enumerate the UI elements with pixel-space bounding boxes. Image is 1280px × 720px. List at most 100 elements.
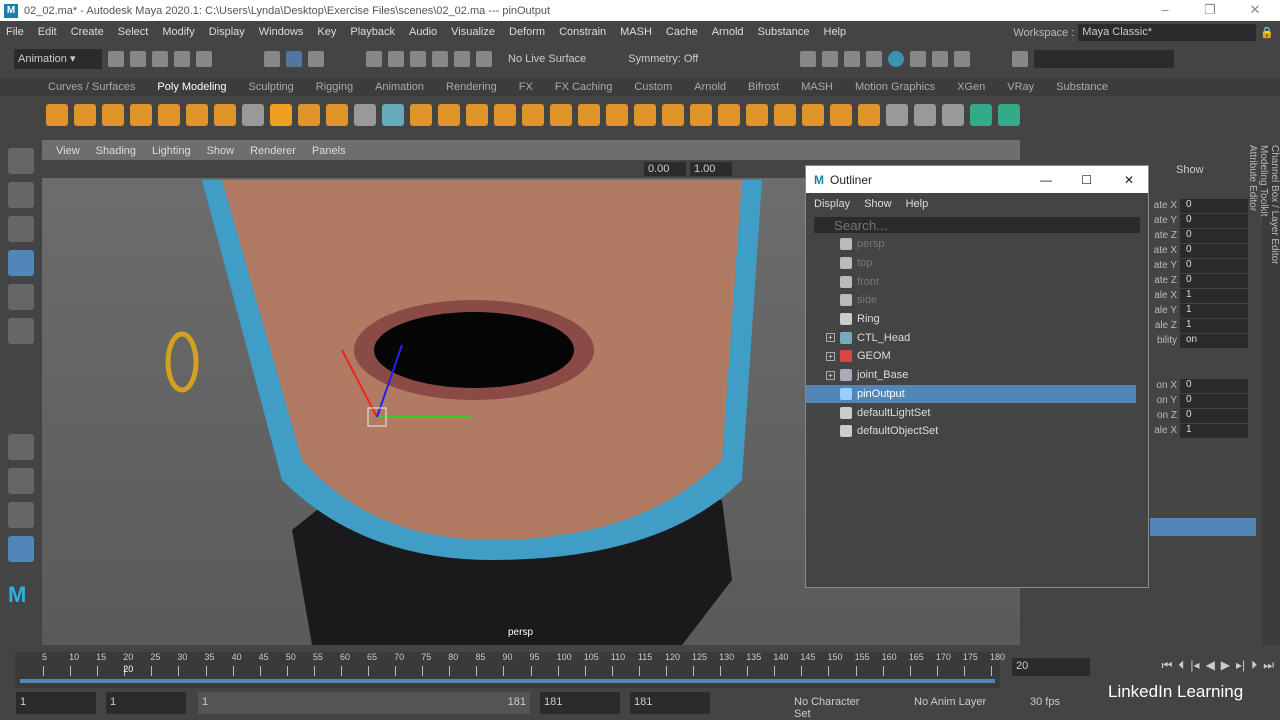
channel-value[interactable]: 0 — [1180, 228, 1248, 243]
menu-file[interactable]: File — [6, 26, 24, 38]
play-forward-icon[interactable]: ▶ — [1221, 658, 1230, 673]
pause-icon[interactable] — [954, 51, 971, 67]
go-to-start-icon[interactable]: ⏮ — [1162, 658, 1173, 673]
channel-value[interactable]: 1 — [1180, 288, 1248, 303]
render-view-icon[interactable] — [800, 51, 817, 67]
channel-value[interactable]: on — [1180, 333, 1248, 348]
channel-value[interactable]: 0 — [1180, 378, 1248, 393]
shelf-tool-icon[interactable] — [130, 104, 152, 126]
tab-substance[interactable]: Substance — [1056, 81, 1108, 93]
side-tab[interactable]: Attribute Editor — [1247, 145, 1258, 625]
outliner-item[interactable]: + CTL_Head — [806, 328, 1148, 347]
menu-constrain[interactable]: Constrain — [559, 26, 606, 38]
shelf-tool-icon[interactable] — [186, 104, 208, 126]
menu-audio[interactable]: Audio — [409, 26, 437, 38]
shelf-tool-icon[interactable] — [74, 104, 96, 126]
snap-view-icon[interactable] — [432, 51, 448, 67]
shelf-tool-icon[interactable] — [522, 104, 544, 126]
shelf-tool-icon[interactable] — [858, 104, 880, 126]
shelf-tool-icon[interactable] — [914, 104, 936, 126]
tab-animation[interactable]: Animation — [375, 81, 424, 93]
lock-icon[interactable]: 🔒 — [1260, 26, 1274, 39]
input-field-icon[interactable] — [1012, 51, 1029, 67]
channel-value[interactable]: 1 — [1180, 318, 1248, 333]
menu-display[interactable]: Display — [209, 26, 245, 38]
layer-selected-row[interactable] — [1150, 518, 1256, 536]
outliner-item[interactable]: persp — [806, 235, 1148, 254]
four-view-icon[interactable] — [8, 468, 34, 494]
channel-value[interactable]: 0 — [1180, 213, 1248, 228]
shelf-tool-icon[interactable] — [214, 104, 236, 126]
channel-value[interactable]: 0 — [1180, 408, 1248, 423]
outliner-item[interactable]: + joint_Base — [806, 366, 1148, 385]
select-object-icon[interactable] — [286, 51, 302, 67]
outliner-menu-display[interactable]: Display — [814, 198, 850, 210]
outliner-item[interactable]: top — [806, 254, 1148, 273]
undo-icon[interactable] — [174, 51, 190, 67]
tab-rigging[interactable]: Rigging — [316, 81, 353, 93]
anim-layer-dropdown[interactable]: No Anim Layer — [910, 692, 1000, 714]
select-component-icon[interactable] — [308, 51, 324, 67]
select-hierarchy-icon[interactable] — [264, 51, 280, 67]
channel-value[interactable]: 0 — [1180, 243, 1248, 258]
select-tool-icon[interactable] — [8, 148, 34, 174]
scale-tool-icon[interactable] — [8, 318, 34, 344]
tab-custom[interactable]: Custom — [634, 81, 672, 93]
menu-edit[interactable]: Edit — [38, 26, 57, 38]
close-button[interactable]: ✕ — [1240, 2, 1270, 18]
channel-row[interactable]: ale X1 — [1150, 288, 1262, 303]
quick-input-field[interactable] — [1034, 50, 1175, 68]
snap-grid-icon[interactable] — [366, 51, 382, 67]
symmetry-dropdown[interactable]: Symmetry: Off — [628, 53, 698, 65]
outliner-item[interactable]: defaultObjectSet — [806, 422, 1148, 441]
paint-select-icon[interactable] — [8, 216, 34, 242]
maximize-button[interactable]: ❐ — [1195, 2, 1225, 18]
redo-icon[interactable] — [196, 51, 212, 67]
expand-icon[interactable]: + — [826, 333, 835, 343]
shelf-tool-icon[interactable] — [158, 104, 180, 126]
tab-vray[interactable]: VRay — [1007, 81, 1034, 93]
shelf-tool-icon[interactable] — [46, 104, 68, 126]
tab-sculpting[interactable]: Sculpting — [249, 81, 294, 93]
step-forward-key-icon[interactable]: ▸| — [1236, 658, 1245, 673]
menuset-dropdown[interactable]: Animation ▾ — [14, 49, 102, 69]
snap-vertex-icon[interactable] — [476, 51, 492, 67]
channel-value[interactable]: 0 — [1180, 258, 1248, 273]
channel-row[interactable]: ate X0 — [1150, 198, 1262, 213]
tab-motion-graphics[interactable]: Motion Graphics — [855, 81, 935, 93]
tab-bifrost[interactable]: Bifrost — [748, 81, 779, 93]
shelf-tool-icon[interactable] — [410, 104, 432, 126]
step-back-icon[interactable]: ⏴ — [1178, 658, 1184, 673]
channel-row[interactable]: ale Z1 — [1150, 318, 1262, 333]
menu-mash[interactable]: MASH — [620, 26, 652, 38]
playback-end-field[interactable]: 181 — [540, 692, 620, 714]
outliner-item[interactable]: front — [806, 272, 1148, 291]
shelf-tool-icon[interactable] — [298, 104, 320, 126]
playback-start-field[interactable]: 1 — [106, 692, 186, 714]
side-tab[interactable]: Channel Box / Layer Editor — [1269, 145, 1280, 625]
outliner-menu-show[interactable]: Show — [864, 198, 892, 210]
fps-dropdown[interactable]: 30 fps — [1026, 692, 1096, 714]
minimize-button[interactable]: — — [1040, 173, 1052, 187]
outliner-item[interactable]: + GEOM — [806, 347, 1148, 366]
snap-curve-icon[interactable] — [388, 51, 404, 67]
side-tab[interactable]: Modeling Toolkit — [1258, 145, 1269, 625]
minimize-button[interactable]: – — [1150, 2, 1180, 17]
menu-playback[interactable]: Playback — [350, 26, 395, 38]
shape-channel-row[interactable]: on Y0 — [1150, 393, 1262, 408]
go-to-end-icon[interactable]: ⏭ — [1263, 658, 1274, 673]
render-settings-icon[interactable] — [866, 51, 883, 67]
shelf-tool-icon[interactable] — [382, 104, 404, 126]
character-set-dropdown[interactable]: No Character Set — [790, 692, 880, 720]
tab-fx-caching[interactable]: FX Caching — [555, 81, 612, 93]
menu-create[interactable]: Create — [71, 26, 104, 38]
move-tool-icon[interactable] — [8, 250, 34, 276]
maximize-button[interactable]: ☐ — [1081, 173, 1092, 187]
shelf-tool-icon[interactable] — [802, 104, 824, 126]
hypershade-icon[interactable] — [888, 51, 905, 67]
channel-value[interactable]: 1 — [1180, 303, 1248, 318]
step-forward-icon[interactable]: ⏵ — [1251, 658, 1257, 673]
outliner-item[interactable]: Ring — [806, 310, 1148, 329]
channel-value[interactable]: 0 — [1180, 393, 1248, 408]
shelf-tool-icon[interactable] — [438, 104, 460, 126]
